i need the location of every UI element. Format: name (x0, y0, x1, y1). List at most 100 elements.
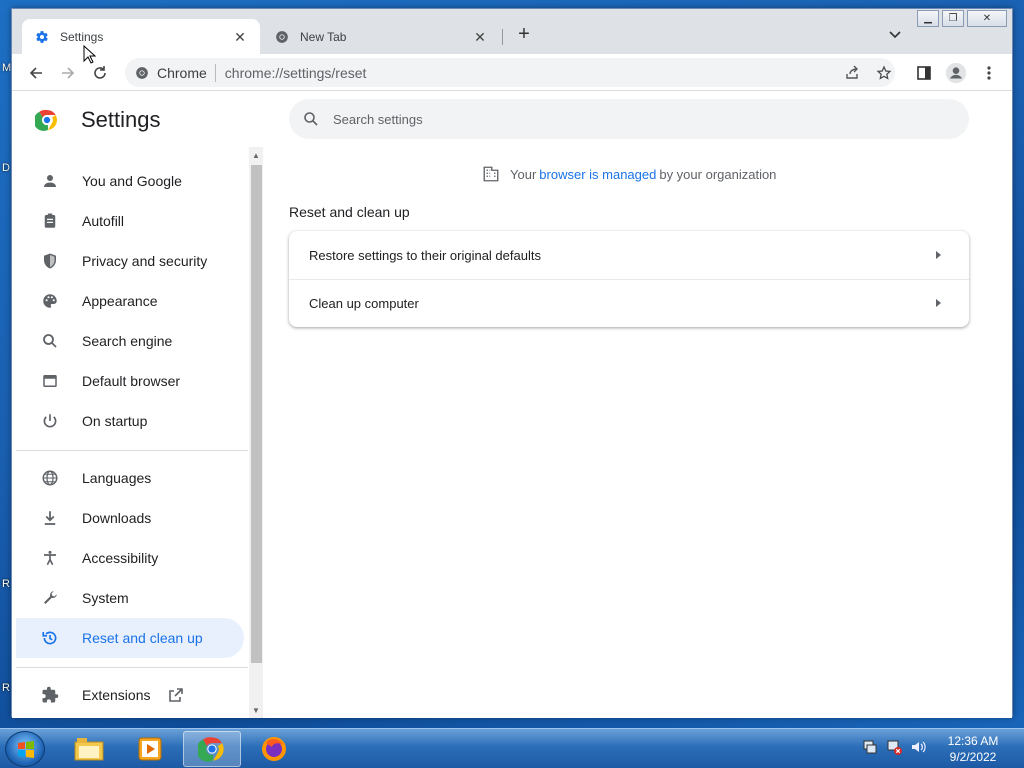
arrow-left-icon (29, 67, 42, 79)
search-icon (40, 331, 60, 351)
start-button[interactable] (5, 731, 45, 767)
tab-new-tab[interactable]: New Tab ✕ (262, 19, 500, 54)
bookmark-star-button[interactable] (871, 60, 897, 86)
shield-icon (40, 251, 60, 271)
back-button[interactable] (23, 60, 49, 86)
clean-up-computer-row[interactable]: Clean up computer (289, 279, 969, 327)
taskbar-explorer[interactable] (60, 731, 118, 767)
tab-title: Settings (60, 29, 104, 44)
omnibox-divider (214, 63, 216, 82)
firefox-icon (262, 737, 286, 761)
sidebar-item-on-startup[interactable]: On startup (16, 401, 244, 441)
chevron-down-icon[interactable] (885, 25, 905, 45)
external-link-icon (168, 687, 184, 703)
desktop-icon-label: R (2, 578, 10, 590)
star-icon (876, 65, 892, 80)
chrome-icon (274, 29, 290, 45)
forward-button[interactable] (55, 60, 81, 86)
chrome-logo-icon (33, 108, 59, 132)
system-tray (862, 739, 926, 755)
taskbar-firefox[interactable] (245, 731, 303, 767)
taskbar: 12:36 AM 9/2/2022 (0, 728, 1024, 768)
sidebar-item-search-engine[interactable]: Search engine (16, 321, 244, 361)
scroll-down-icon[interactable]: ▼ (249, 704, 263, 718)
tab-settings[interactable]: Settings ✕ (22, 19, 260, 54)
sidebar-item-label: Reset and clean up (82, 630, 203, 646)
explorer-icon (74, 738, 104, 761)
sidebar-item-label: Appearance (82, 293, 158, 309)
page-title: Settings (81, 107, 161, 132)
restore-defaults-row[interactable]: Restore settings to their original defau… (289, 231, 969, 279)
tab-divider (502, 29, 503, 45)
close-icon[interactable]: ✕ (472, 29, 488, 45)
volume-icon[interactable] (910, 739, 926, 755)
sidebar-item-label: Privacy and security (82, 253, 208, 269)
section-title: Reset and clean up (289, 204, 410, 220)
sidebar-item-label: On startup (82, 413, 148, 429)
sidebar-item-extensions[interactable]: Extensions (16, 675, 244, 715)
wrench-icon (40, 588, 60, 608)
sidebar-divider (16, 667, 248, 668)
new-tab-button[interactable]: + (512, 23, 536, 47)
url-text[interactable]: chrome://settings/reset (225, 65, 367, 81)
sidebar-item-default-browser[interactable]: Default browser (16, 361, 244, 401)
search-input[interactable] (333, 111, 893, 127)
side-panel-button[interactable] (911, 60, 937, 86)
mouse-cursor-icon (83, 45, 97, 64)
sidebar-item-privacy-and-security[interactable]: Privacy and security (16, 241, 244, 281)
chrome-icon (136, 66, 148, 79)
search-icon (304, 112, 318, 126)
settings-page: Settings You and Google Autofill Privacy… (12, 91, 1012, 718)
minimize-button[interactable]: ▁ (917, 10, 939, 27)
close-icon[interactable]: ✕ (232, 29, 248, 45)
accessibility-icon (40, 548, 60, 568)
download-icon (40, 508, 60, 528)
clipboard-icon (40, 211, 60, 231)
sidebar-item-languages[interactable]: Languages (16, 458, 244, 498)
sidebar-item-downloads[interactable]: Downloads (16, 498, 244, 538)
avatar-icon (945, 62, 967, 84)
triangle-right-icon (936, 251, 941, 259)
menu-button[interactable] (976, 60, 1002, 86)
reset-card: Restore settings to their original defau… (289, 231, 969, 327)
windows-logo-icon (18, 741, 34, 758)
building-icon (483, 166, 499, 182)
sidebar-item-accessibility[interactable]: Accessibility (16, 538, 244, 578)
sidebar-item-label: Languages (82, 470, 152, 486)
sidebar-item-system[interactable]: System (16, 578, 244, 618)
sidebar-item-label: Default browser (82, 373, 181, 389)
taskbar-media-player[interactable] (121, 731, 179, 767)
puzzle-icon (40, 685, 60, 705)
address-bar[interactable]: Chrome chrome://settings/reset (125, 58, 895, 87)
scroll-up-icon[interactable]: ▲ (249, 149, 263, 163)
scrollbar-thumb[interactable] (251, 165, 262, 663)
gear-icon (34, 29, 50, 45)
reload-icon (94, 66, 106, 79)
side-panel-icon (917, 66, 931, 80)
sidebar-item-autofill[interactable]: Autofill (16, 201, 244, 241)
maximize-button[interactable]: ❐ (942, 10, 964, 27)
sidebar-item-label: Downloads (82, 510, 152, 526)
media-player-icon (138, 737, 162, 761)
sidebar-item-you-and-google[interactable]: You and Google (16, 161, 244, 201)
close-window-button[interactable]: ✕ (967, 10, 1007, 27)
site-chip[interactable]: Chrome (125, 65, 207, 81)
taskbar-clock[interactable]: 12:36 AM 9/2/2022 (938, 733, 1008, 765)
profile-button[interactable] (943, 60, 969, 86)
sidebar-item-reset-and-clean-up[interactable]: Reset and clean up (16, 618, 244, 658)
sidebar-item-appearance[interactable]: Appearance (16, 281, 244, 321)
search-settings-box[interactable] (289, 99, 969, 139)
action-center-icon[interactable] (862, 739, 878, 755)
kebab-menu-icon (987, 66, 991, 80)
chip-label: Chrome (157, 64, 207, 81)
row-label: Restore settings to their original defau… (309, 247, 541, 263)
clock-date: 9/2/2022 (949, 750, 997, 764)
desktop-icon-label: D (2, 162, 10, 174)
sidebar-scrollbar[interactable]: ▲ ▼ (249, 147, 263, 718)
share-button[interactable] (839, 60, 865, 86)
network-error-icon[interactable] (886, 739, 902, 755)
managed-prefix: Your (510, 166, 537, 182)
taskbar-chrome[interactable] (183, 731, 241, 767)
managed-link[interactable]: browser is managed (539, 167, 656, 182)
tab-strip: Settings ✕ New Tab ✕ + ▁ ❐ ✕ (12, 9, 1012, 54)
